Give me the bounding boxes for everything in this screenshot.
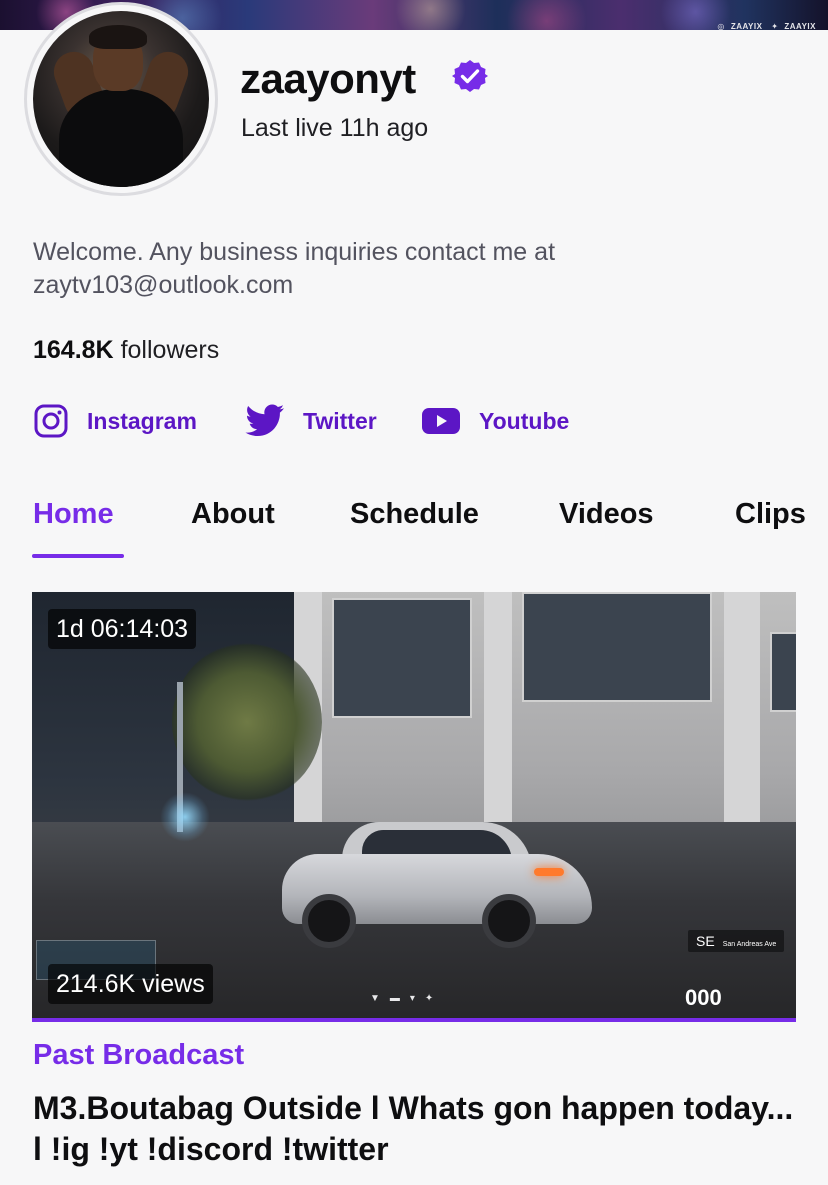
tab-home[interactable]: Home (33, 498, 114, 531)
banner-handle-1: ZAAYIX (730, 22, 763, 30)
hud-compass: SE San Andreas Ave (688, 930, 785, 952)
banner-handles: ◎ ZAAYIX ✦ ZAAYIX (711, 22, 816, 30)
car-image (282, 814, 592, 948)
active-tab-indicator (32, 554, 124, 558)
social-link-twitter[interactable]: Twitter (245, 400, 377, 442)
hud-status-icons: ▼▬▾✦ (370, 993, 444, 1004)
followers-label: followers (120, 336, 220, 364)
video-duration-badge: 1d 06:14:03 (48, 609, 197, 649)
hud-speed: 000 (685, 985, 722, 1010)
last-live-status: Last live 11h ago (241, 114, 429, 142)
hud-compass-direction: SE (696, 933, 715, 949)
banner-handle-2: ZAAYIX (784, 22, 816, 30)
twitter-icon (245, 404, 284, 436)
tab-videos[interactable]: Videos (559, 498, 654, 531)
video-views-badge: 214.6K views (48, 964, 213, 1004)
avatar[interactable] (24, 2, 218, 196)
tab-schedule[interactable]: Schedule (350, 498, 479, 531)
channel-username: zaayonyt (240, 55, 416, 102)
hud-street: San Andreas Ave (722, 941, 777, 948)
instagram-icon (34, 404, 68, 438)
channel-bio: Welcome. Any business inquiries contact … (33, 238, 556, 299)
tab-about[interactable]: About (191, 498, 275, 531)
video-category-link[interactable]: Past Broadcast (33, 1039, 244, 1072)
tab-clips[interactable]: Clips (735, 498, 806, 531)
social-link-instagram[interactable]: Instagram (33, 400, 197, 442)
video-title[interactable]: M3.Boutabag Outside l Whats gon happen t… (33, 1088, 803, 1170)
banner-instagram-icon: ◎ (717, 22, 725, 30)
social-label-youtube: Youtube (479, 407, 570, 434)
youtube-icon (422, 408, 460, 434)
social-label-twitter: Twitter (303, 407, 377, 434)
avatar-image (33, 11, 209, 187)
social-label-instagram: Instagram (87, 407, 197, 434)
channel-tabs: Home About Schedule Videos Clips (0, 490, 828, 560)
followers-count: 164.8K followers (33, 336, 219, 365)
verified-badge-icon (452, 60, 488, 92)
social-link-youtube[interactable]: Youtube (421, 400, 569, 442)
banner-twitter-icon: ✦ (771, 22, 779, 30)
followers-number: 164.8K (33, 336, 114, 364)
